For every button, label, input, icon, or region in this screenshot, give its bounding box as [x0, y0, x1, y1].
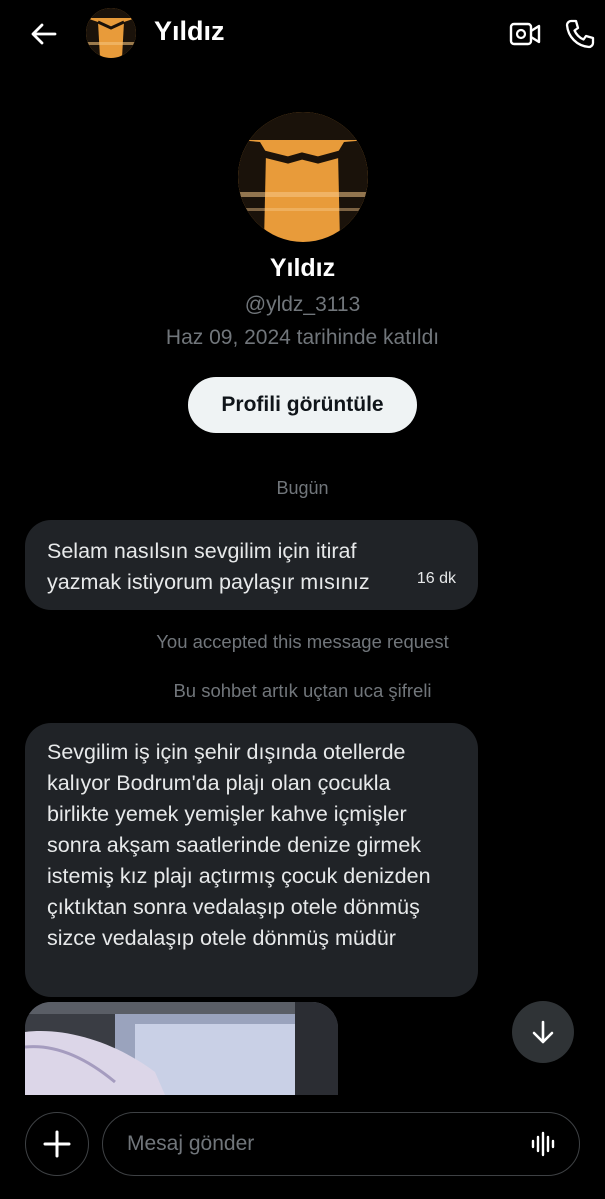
- header-avatar[interactable]: [86, 8, 136, 58]
- video-call-button[interactable]: [505, 14, 545, 54]
- message-text: Selam nasılsın sevgilim için itiraf yazm…: [47, 539, 370, 594]
- arrow-down-icon: [532, 1020, 554, 1044]
- message-input[interactable]: [102, 1112, 580, 1176]
- message-timestamp: 16 dk: [416, 570, 456, 587]
- view-profile-button[interactable]: Profili görüntüle: [188, 377, 417, 433]
- plus-icon: [43, 1130, 71, 1158]
- back-button[interactable]: [24, 14, 64, 54]
- system-note-encryption: Bu sohbet artık uçtan uca şifreli: [173, 680, 432, 701]
- message-composer: [0, 1096, 605, 1199]
- message-bubble[interactable]: Selam nasılsın sevgilim için itiraf yazm…: [25, 520, 478, 610]
- media-message-image[interactable]: [25, 1002, 338, 1095]
- add-attachment-button[interactable]: [25, 1112, 89, 1176]
- message-text: Sevgilim iş için şehir dışında otellerde…: [47, 740, 431, 950]
- scroll-to-bottom-button[interactable]: [512, 1001, 574, 1063]
- voice-waveform-icon: [531, 1131, 555, 1157]
- dm-conversation-screen: Yıldız Yıldız @yldz_3113 Haz 09, 2024 ta…: [0, 0, 605, 1199]
- profile-joined-date: Haz 09, 2024 tarihinde katıldı: [165, 326, 440, 349]
- system-note-request-accepted: You accepted this message request: [156, 631, 449, 652]
- voice-message-button[interactable]: [525, 1126, 561, 1162]
- header-title[interactable]: Yıldız: [154, 16, 225, 47]
- date-separator: Bugün: [276, 478, 329, 498]
- avatar-image: [238, 112, 368, 242]
- phone-call-button[interactable]: [560, 14, 600, 54]
- profile-name: Yıldız: [269, 254, 336, 282]
- profile-handle: @yldz_3113: [244, 293, 361, 316]
- conversation-header: Yıldız: [0, 0, 605, 66]
- phone-icon: [565, 19, 595, 49]
- photo-thumbnail: [25, 1002, 338, 1095]
- avatar-image: [86, 8, 136, 58]
- profile-avatar[interactable]: [238, 112, 368, 242]
- message-bubble[interactable]: Sevgilim iş için şehir dışında otellerde…: [25, 723, 478, 997]
- arrow-left-icon: [31, 23, 57, 45]
- video-call-icon: [509, 22, 541, 46]
